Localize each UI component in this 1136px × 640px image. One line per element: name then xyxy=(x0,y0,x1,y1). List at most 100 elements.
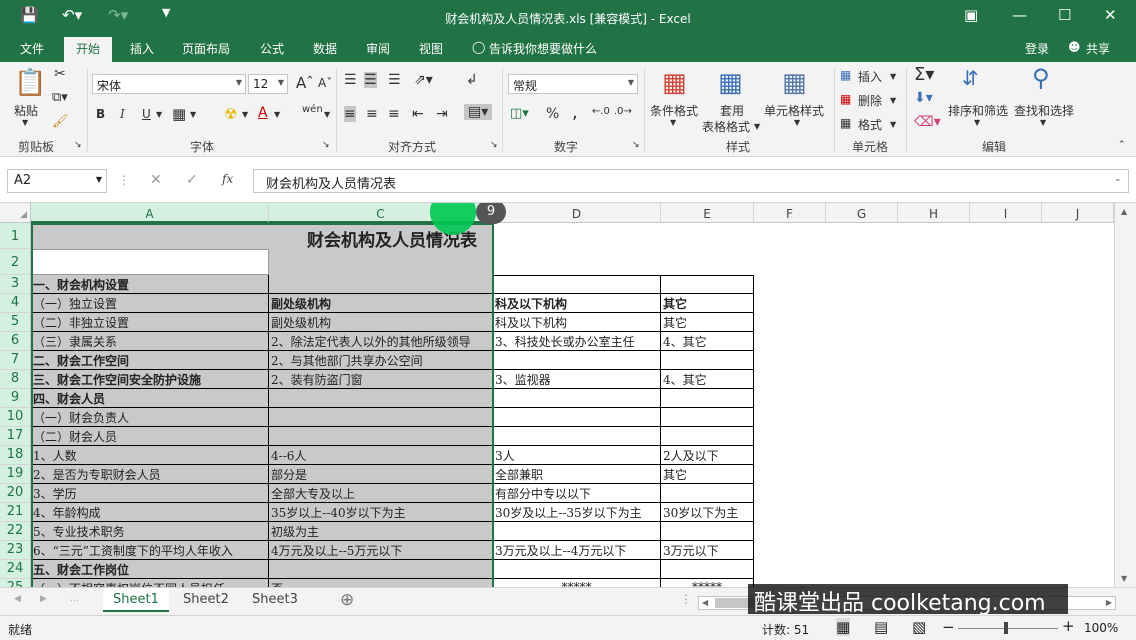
row-header-6[interactable]: 6 xyxy=(0,332,31,351)
clipboard-launcher-icon[interactable]: ↘ xyxy=(74,140,82,150)
cell-D8[interactable]: 3、监视器 xyxy=(493,370,661,389)
find-select-button[interactable]: 查找和选择 xyxy=(1014,102,1074,119)
font-name-select[interactable]: 宋体 ▼ xyxy=(92,74,246,94)
ribbon-display-icon[interactable]: ▣ xyxy=(964,6,978,24)
cell-E23[interactable]: 3万元以下 xyxy=(661,541,754,560)
increase-decimal-icon[interactable]: ←.0 xyxy=(592,106,610,117)
conditional-format-button[interactable]: 条件格式 xyxy=(650,102,698,119)
cell-E10[interactable] xyxy=(661,408,754,427)
expand-formula-icon[interactable]: ⌄ xyxy=(1114,174,1122,184)
table-format-label-1[interactable]: 套用 xyxy=(720,102,744,119)
delete-cells-icon[interactable]: ▦ xyxy=(840,92,851,106)
zoom-in-button[interactable]: + xyxy=(1062,617,1075,635)
row-header-19[interactable]: 19 xyxy=(0,465,31,484)
increase-indent-icon[interactable]: ⇥ xyxy=(436,106,448,122)
close-icon[interactable]: ✕ xyxy=(1104,6,1117,24)
more-sheets-icon[interactable]: … xyxy=(70,594,79,604)
tab-home[interactable]: 开始 xyxy=(64,37,113,62)
border-icon[interactable]: ▦ xyxy=(172,105,186,123)
cell-style-dropdown-icon[interactable]: ▼ xyxy=(794,118,800,127)
phonetic-dropdown-icon[interactable]: ▼ xyxy=(324,110,330,119)
cell-style-icon[interactable]: ▦ xyxy=(782,68,807,98)
cell-E18[interactable]: 2人及以下 xyxy=(661,446,754,465)
page-layout-view-icon[interactable]: ▤ xyxy=(874,618,888,636)
fill-color-dropdown-icon[interactable]: ▼ xyxy=(242,110,248,119)
row-header-8[interactable]: 8 xyxy=(0,370,31,389)
cell-D7[interactable] xyxy=(493,351,661,370)
tab-formulas[interactable]: 公式 xyxy=(260,40,284,57)
insert-function-icon[interactable]: fx xyxy=(222,172,233,186)
cell-D20[interactable]: 有部分中专以以下 xyxy=(493,484,661,503)
prev-sheet-icon[interactable]: ◀ xyxy=(14,594,21,604)
format-cells-icon[interactable]: ▦ xyxy=(840,116,851,130)
cell-E20[interactable] xyxy=(661,484,754,503)
tab-data[interactable]: 数据 xyxy=(313,40,337,57)
table-format-button[interactable]: 表格格式 xyxy=(702,118,750,135)
minimize-icon[interactable]: — xyxy=(1012,6,1027,24)
col-header-H[interactable]: H xyxy=(898,203,970,223)
cell-style-button[interactable]: 单元格样式 xyxy=(764,102,824,119)
login-link[interactable]: 登录 xyxy=(1025,40,1049,57)
number-format-select[interactable]: 常规 ▼ xyxy=(508,74,638,94)
cell-D3[interactable] xyxy=(493,275,661,294)
cell-E3[interactable] xyxy=(661,275,754,294)
formula-input[interactable]: 财会机构及人员情况表 xyxy=(253,169,1129,193)
next-sheet-icon[interactable]: ▶ xyxy=(40,594,47,604)
align-right-icon[interactable]: ≡ xyxy=(388,106,400,122)
share-button[interactable]: 共享 xyxy=(1086,40,1110,57)
zoom-level[interactable]: 100% xyxy=(1084,621,1118,635)
col-header-G[interactable]: G xyxy=(826,203,898,223)
format-dropdown-icon[interactable]: ▼ xyxy=(890,120,896,129)
scroll-right-icon[interactable]: ▶ xyxy=(1106,598,1112,607)
col-header-A[interactable]: A xyxy=(31,203,269,223)
decrease-decimal-icon[interactable]: .0→ xyxy=(614,106,632,117)
zoom-slider-thumb[interactable] xyxy=(1004,622,1008,634)
name-box[interactable]: A2 ▼ xyxy=(7,169,107,193)
page-break-view-icon[interactable]: ▧ xyxy=(912,618,926,636)
row-header-23[interactable]: 23 xyxy=(0,541,31,560)
sort-filter-dropdown-icon[interactable]: ▼ xyxy=(974,118,980,127)
row-header-18[interactable]: 18 xyxy=(0,446,31,465)
italic-button[interactable]: I xyxy=(120,107,125,121)
sheet-tab-sheet2[interactable]: Sheet2 xyxy=(173,588,239,612)
percent-button[interactable]: % xyxy=(546,106,559,122)
font-color-icon[interactable]: A xyxy=(258,105,268,121)
cell-D10[interactable] xyxy=(493,408,661,427)
format-cells-button[interactable]: 格式 xyxy=(858,116,882,133)
insert-dropdown-icon[interactable]: ▼ xyxy=(890,72,896,81)
cell-E22[interactable] xyxy=(661,522,754,541)
autosum-icon[interactable]: Σ▾ xyxy=(914,64,934,85)
sheet-tab-sheet1[interactable]: Sheet1 xyxy=(103,588,169,612)
col-header-F[interactable]: F xyxy=(754,203,826,223)
tab-insert[interactable]: 插入 xyxy=(130,40,154,57)
row-header-3[interactable]: 3 xyxy=(0,275,31,294)
scroll-down-icon[interactable]: ▼ xyxy=(1121,574,1127,583)
cell-E21[interactable]: 30岁以下为主 xyxy=(661,503,754,522)
underline-button[interactable]: U xyxy=(142,107,151,121)
delete-cells-button[interactable]: 删除 xyxy=(858,92,882,109)
delete-dropdown-icon[interactable]: ▼ xyxy=(890,96,896,105)
select-all-corner[interactable]: ◢ xyxy=(0,203,31,223)
worksheet-grid[interactable]: ◢ A C D E F G H I J ▲ ▼ 1 2 3 4 5 6 7 8 … xyxy=(0,203,1136,587)
cell-D19[interactable]: 全部兼职 xyxy=(493,465,661,484)
tab-file[interactable]: 文件 xyxy=(20,40,44,57)
col-header-J[interactable]: J xyxy=(1042,203,1114,223)
paste-icon[interactable]: 📋 xyxy=(14,68,46,98)
tab-page-layout[interactable]: 页面布局 xyxy=(182,40,230,57)
align-center-icon[interactable]: ≡ xyxy=(366,106,378,122)
alignment-launcher-icon[interactable]: ↘ xyxy=(490,140,498,150)
find-icon[interactable]: ⚲ xyxy=(1032,64,1050,92)
align-top-icon[interactable]: ☰ xyxy=(344,72,357,88)
insert-cells-button[interactable]: 插入 xyxy=(858,68,882,85)
orientation-icon[interactable]: ⇗▾ xyxy=(414,72,433,88)
cell-E25[interactable]: ***** xyxy=(661,579,754,587)
collapse-ribbon-icon[interactable]: ⌃ xyxy=(1118,140,1126,150)
cell-E8[interactable]: 4、其它 xyxy=(661,370,754,389)
col-header-D[interactable]: D xyxy=(493,203,661,223)
cell-E9[interactable] xyxy=(661,389,754,408)
enter-icon[interactable]: ✓ xyxy=(186,172,198,188)
tell-me-box[interactable]: 告诉我你想要做什么 xyxy=(489,40,597,57)
format-painter-icon[interactable]: 🖌 xyxy=(52,114,69,129)
cell-D17[interactable] xyxy=(493,427,661,446)
row-header-1[interactable]: 1 xyxy=(0,223,31,249)
